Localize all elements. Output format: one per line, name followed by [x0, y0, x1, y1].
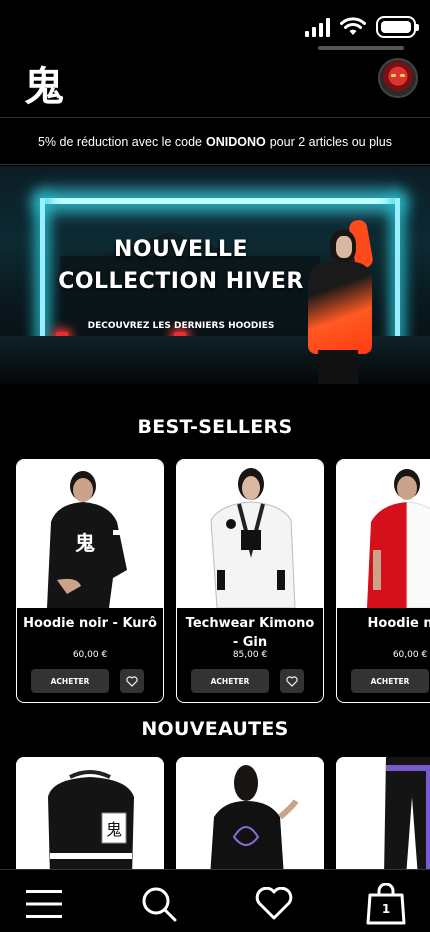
svg-text:鬼: 鬼 — [106, 820, 122, 839]
logo[interactable]: 鬼 — [24, 54, 64, 112]
product-card[interactable]: 鬼 Hoodie noir - Kurô 60,00 € ACHETER — [16, 459, 164, 703]
wifi-icon — [340, 17, 366, 35]
svg-text:鬼: 鬼 — [75, 531, 95, 555]
hero-title-line2: COLLECTION HIVER — [58, 269, 304, 294]
product-image[interactable]: 鬼 — [17, 460, 163, 608]
heart-icon — [286, 675, 298, 687]
product-name[interactable]: Hoodie noir - Kurô — [21, 614, 159, 633]
buy-button[interactable]: ACHETER — [191, 669, 269, 693]
promo-prefix: 5% de réduction avec le code — [37, 134, 202, 149]
product-price: 85,00 € — [232, 650, 268, 660]
new-product-image[interactable] — [336, 757, 430, 877]
nav-favorites[interactable] — [252, 882, 296, 926]
battery-icon — [376, 16, 419, 38]
neon-light-right — [395, 198, 400, 348]
promo-banner: 5% de réduction avec le code ONIDONO pou… — [0, 119, 430, 165]
top-indicator — [318, 46, 404, 50]
heart-icon — [255, 887, 293, 920]
product-image[interactable] — [177, 460, 323, 608]
hero-subtitle[interactable]: DECOUVREZ LES DERNIERS HOODIES — [0, 321, 362, 331]
nav-cart[interactable]: 1 — [364, 882, 408, 926]
hero-title-line1: NOUVELLE — [113, 237, 249, 262]
product-name[interactable]: Hoodie noir — [341, 614, 430, 633]
best-sellers-title: BEST-SELLERS — [137, 416, 293, 438]
new-product-image[interactable] — [176, 757, 324, 877]
buy-button[interactable]: ACHETER — [351, 669, 429, 693]
menu-icon — [26, 890, 62, 918]
favorite-button[interactable] — [120, 669, 144, 693]
product-name[interactable]: Techwear Kimono - Gin — [181, 614, 319, 652]
hero-title: NOUVELLE COLLECTION HIVER — [0, 234, 362, 298]
new-arrivals-title: NOUVEAUTES — [141, 718, 289, 740]
favorite-button[interactable] — [280, 669, 304, 693]
product-image[interactable] — [337, 460, 430, 608]
buy-button[interactable]: ACHETER — [31, 669, 109, 693]
nav-search[interactable] — [137, 882, 181, 926]
cellular-signal-icon — [305, 17, 330, 37]
header: 鬼 — [0, 52, 430, 118]
product-card[interactable]: Hoodie noir 60,00 € ACHETER — [336, 459, 430, 703]
status-bar — [0, 0, 430, 50]
search-icon — [142, 887, 177, 922]
best-sellers-carousel[interactable]: 鬼 Hoodie noir - Kurô 60,00 € ACHETER Tec… — [16, 459, 430, 703]
avatar[interactable] — [378, 58, 418, 98]
hero-banner[interactable]: NOUVELLE COLLECTION HIVER DECOUVREZ LES … — [0, 166, 430, 384]
bottom-nav: 1 — [0, 869, 430, 932]
cart-count-badge: 1 — [381, 902, 391, 916]
nav-menu[interactable] — [22, 882, 66, 926]
new-arrivals-carousel[interactable]: 鬼 — [16, 757, 430, 877]
neon-light — [40, 198, 400, 204]
new-product-image[interactable]: 鬼 — [16, 757, 164, 877]
product-card[interactable]: Techwear Kimono - Gin 85,00 € ACHETER — [176, 459, 324, 703]
product-price: 60,00 € — [72, 650, 108, 660]
status-icons — [305, 16, 419, 38]
promo-code: ONIDONO — [205, 134, 266, 149]
promo-suffix: pour 2 articles ou plus — [269, 134, 393, 149]
product-price: 60,00 € — [392, 650, 428, 660]
heart-icon — [126, 675, 138, 687]
